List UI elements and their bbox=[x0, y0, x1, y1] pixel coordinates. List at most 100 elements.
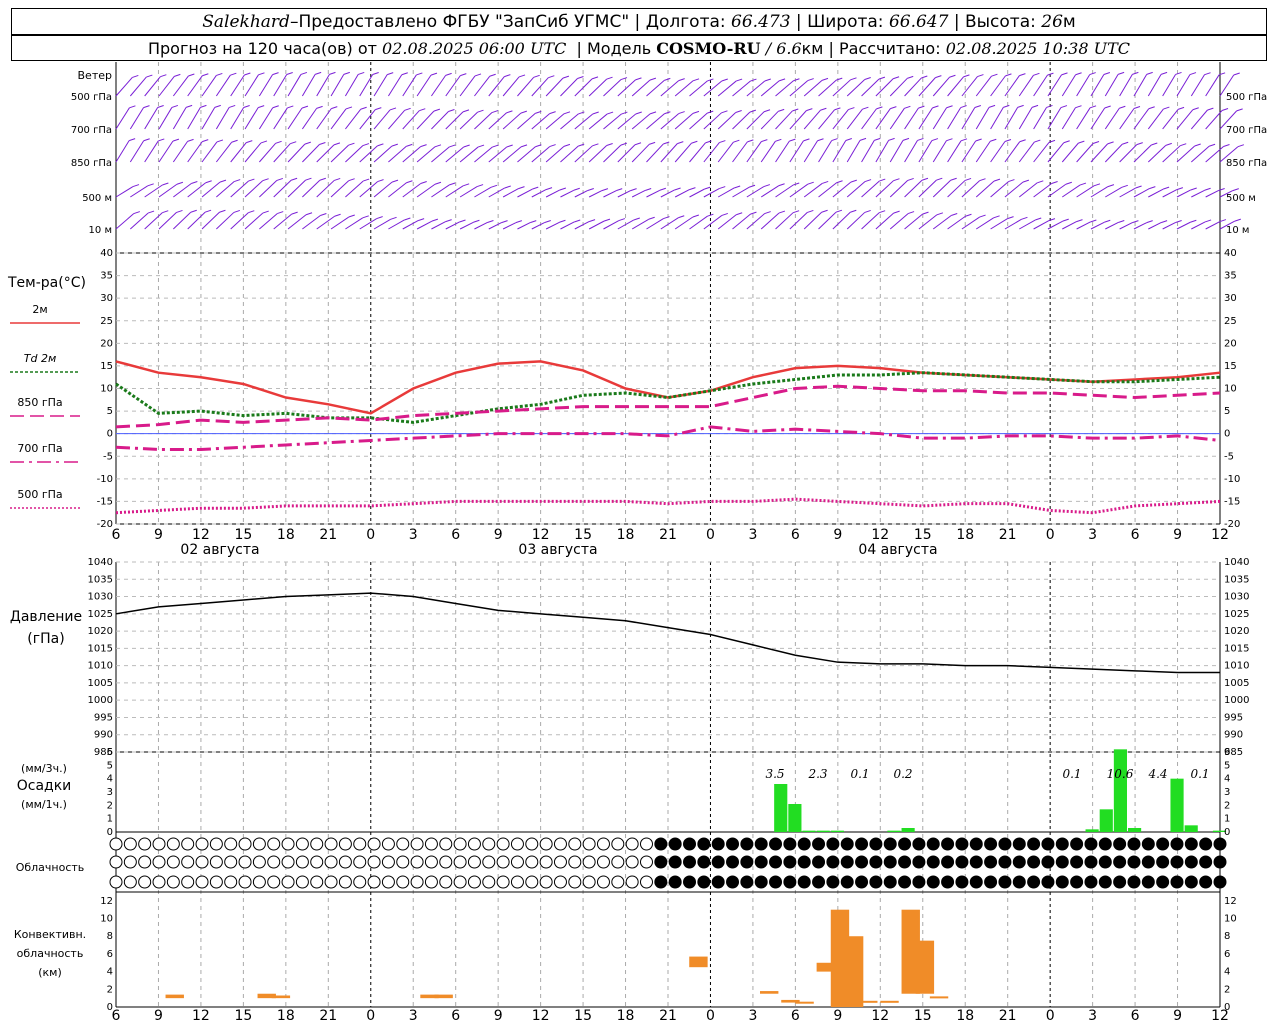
temp-legend-label: 700 гПа bbox=[17, 442, 62, 455]
wind-barb-flag bbox=[736, 212, 743, 216]
x-tick-label: 0 bbox=[706, 1008, 715, 1024]
wind-barb-flag bbox=[850, 209, 857, 213]
conv-title-2: облачность bbox=[17, 947, 84, 960]
temp-y-tick: 5 bbox=[1224, 406, 1230, 417]
temp-y-tick: 25 bbox=[100, 316, 113, 327]
cloud-symbol bbox=[611, 855, 625, 869]
temp-y-tick: -10 bbox=[1224, 474, 1240, 485]
wind-barb bbox=[431, 75, 447, 97]
wind-barb-flag bbox=[146, 74, 153, 78]
wind-barb-flag bbox=[1149, 186, 1156, 190]
wind-barb-flag bbox=[1075, 105, 1082, 109]
wind-barb-flag bbox=[448, 109, 455, 112]
wind-barb-flag bbox=[1207, 107, 1214, 111]
wind-barb-flag bbox=[233, 209, 241, 213]
cloud-symbol bbox=[367, 855, 381, 869]
wind-barb-flag bbox=[358, 71, 365, 75]
cloud-symbol bbox=[955, 875, 969, 889]
wind-barb-flag bbox=[691, 140, 698, 144]
pres-y-tick: 1030 bbox=[88, 592, 113, 603]
cloud-symbol bbox=[797, 855, 811, 869]
wind-barb bbox=[1076, 143, 1094, 163]
wind-barb bbox=[717, 214, 737, 230]
wind-barb-flag bbox=[1176, 187, 1184, 191]
wind-barb-flag bbox=[946, 138, 953, 142]
wind-barb-flag bbox=[820, 107, 827, 111]
cloud-symbol bbox=[998, 837, 1012, 851]
convective-bar bbox=[859, 1000, 878, 1003]
cloud-symbol bbox=[439, 875, 453, 889]
precip-total-label: 0.1 bbox=[850, 767, 869, 781]
wind-barb-flag bbox=[1051, 181, 1058, 184]
wind-barb-flag bbox=[1117, 71, 1125, 75]
x-tick-label: 3 bbox=[409, 1008, 418, 1024]
temp-y-tick: -15 bbox=[97, 496, 113, 507]
cloud-symbol bbox=[1156, 837, 1170, 851]
wind-barb bbox=[832, 109, 849, 130]
wind-barb bbox=[689, 142, 706, 163]
wind-barb-flag bbox=[1090, 219, 1097, 223]
wind-barb-flag bbox=[864, 209, 871, 213]
wind-barb bbox=[402, 183, 422, 198]
wind-barb-flag bbox=[305, 177, 312, 181]
wind-barb-flag bbox=[964, 177, 972, 181]
wind-barb-flag bbox=[1104, 105, 1111, 109]
wind-barb bbox=[230, 107, 245, 130]
wind-barb-flag bbox=[1204, 187, 1211, 191]
x-tick-label: 15 bbox=[574, 527, 592, 543]
wind-barb bbox=[760, 111, 779, 130]
wind-barb-flag bbox=[721, 212, 728, 216]
wind-barb-flag bbox=[533, 74, 540, 78]
wind-barbs-layer bbox=[115, 71, 1245, 230]
wind-barb bbox=[646, 80, 665, 97]
wind-barb bbox=[402, 110, 420, 130]
wind-barb-flag bbox=[348, 178, 355, 182]
wind-barb-flag bbox=[876, 106, 883, 110]
precip-total-label: 2.3 bbox=[807, 767, 827, 781]
wind-barb-flag bbox=[692, 78, 700, 82]
wind-barb bbox=[875, 140, 890, 163]
wind-barb bbox=[1191, 221, 1206, 230]
cloud-symbol bbox=[353, 855, 367, 869]
cloud-symbol bbox=[754, 875, 768, 889]
cloud-symbol bbox=[238, 855, 252, 869]
cloud-symbol bbox=[510, 837, 524, 851]
wind-barb-flag bbox=[190, 209, 197, 213]
cloud-symbol bbox=[826, 837, 840, 851]
cloud-symbol bbox=[683, 875, 697, 889]
cloud-symbol bbox=[912, 837, 926, 851]
wind-barb-flag bbox=[362, 143, 370, 147]
wind-barb-flag bbox=[591, 76, 599, 80]
wind-barb-flag bbox=[950, 177, 957, 181]
cloud-symbol bbox=[539, 875, 553, 889]
cloud-symbol bbox=[668, 875, 682, 889]
conv-y-tick: 12 bbox=[100, 896, 113, 907]
cloud-symbol bbox=[826, 875, 840, 889]
wind-barb bbox=[904, 140, 918, 163]
wind-barb-flag bbox=[1035, 217, 1042, 221]
temp-y-tick: 20 bbox=[100, 338, 113, 349]
x-tick-label: 15 bbox=[914, 1008, 932, 1024]
wind-barb bbox=[646, 189, 661, 198]
wind-barb-flag bbox=[1165, 142, 1172, 146]
wind-barb-flag bbox=[276, 177, 284, 181]
wind-barb bbox=[990, 218, 1008, 230]
wind-barb-flag bbox=[850, 179, 857, 183]
x-tick-label: 6 bbox=[451, 1008, 460, 1024]
cloud-symbol bbox=[181, 837, 195, 851]
wind-barb bbox=[373, 181, 393, 198]
wind-barb-flag bbox=[246, 140, 253, 144]
x-tick-label: 21 bbox=[659, 1008, 677, 1024]
wind-barb bbox=[1105, 186, 1123, 198]
precip-bar bbox=[830, 830, 844, 832]
wind-barb-flag bbox=[674, 187, 681, 191]
wind-barb-flag bbox=[1233, 72, 1240, 76]
cloud-symbol bbox=[625, 837, 639, 851]
wind-barb-flag bbox=[778, 108, 785, 112]
wind-barb bbox=[488, 112, 507, 130]
wind-barb bbox=[918, 140, 933, 163]
wind-barb-flag bbox=[287, 105, 294, 109]
wind-barb-flag bbox=[431, 218, 439, 222]
wind-barb bbox=[846, 79, 866, 97]
wind-level-label: 500 м bbox=[1226, 193, 1256, 204]
